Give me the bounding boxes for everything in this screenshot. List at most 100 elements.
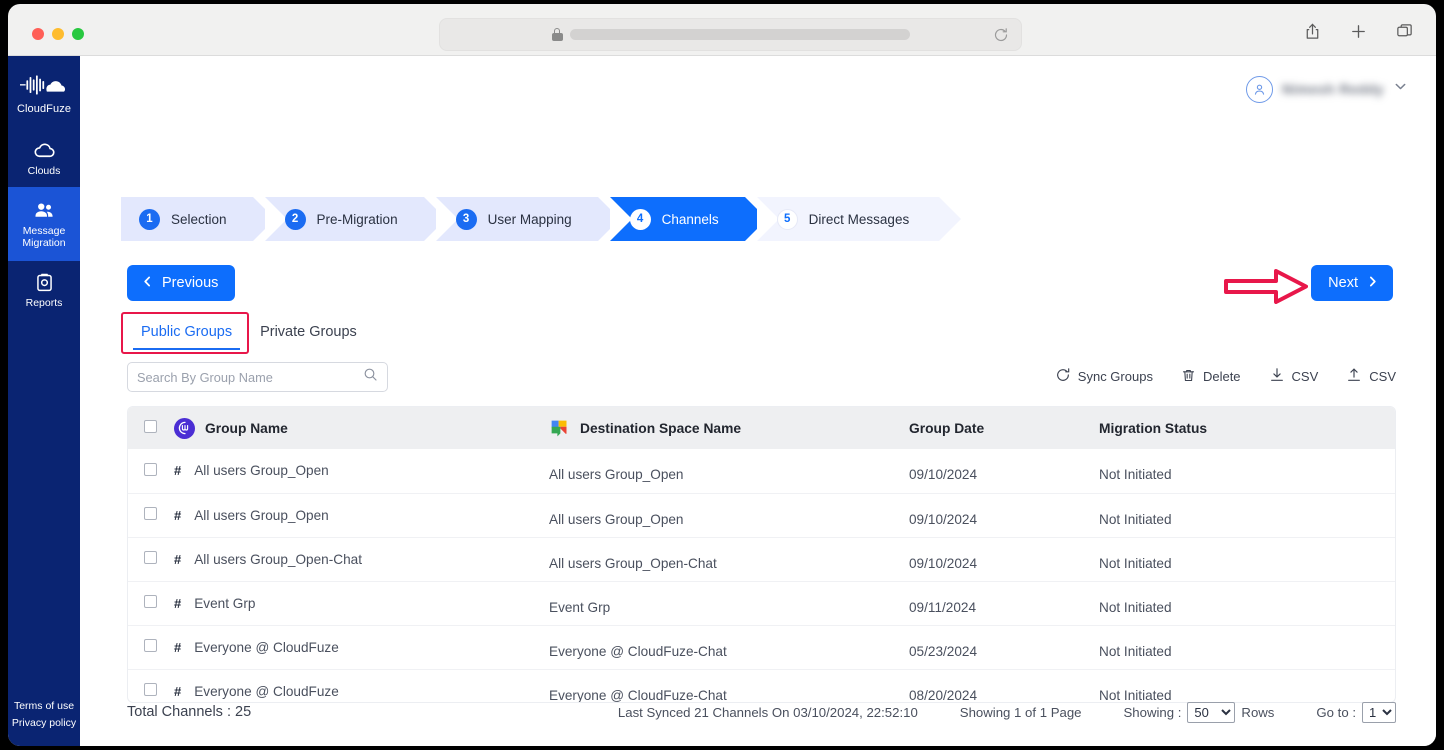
upload-csv-button[interactable]: CSV [1346, 367, 1396, 386]
row-checkbox[interactable] [144, 683, 157, 696]
tab-private-groups[interactable]: Private Groups [246, 318, 371, 350]
chevron-down-icon[interactable] [1393, 79, 1408, 99]
row-checkbox[interactable] [144, 507, 157, 520]
cell-group-name: Everyone @ CloudFuze [194, 639, 339, 655]
step-number: 4 [629, 208, 651, 230]
channels-table-element: Group Name Destination Space Name Group … [128, 407, 1395, 702]
cell-destination-space-name: Everyone @ CloudFuze-Chat [549, 643, 727, 659]
cell-group-date: 05/23/2024 [909, 643, 978, 659]
next-button[interactable]: Next [1311, 265, 1393, 301]
tab-label: Private Groups [260, 324, 357, 340]
account-name: Nimesh Reddy [1281, 81, 1384, 97]
step-label: Selection [171, 211, 227, 227]
table-header-row: Group Name Destination Space Name Group … [128, 407, 1395, 449]
cell-destination-space-name: All users Group_Open [549, 467, 684, 483]
address-bar[interactable] [439, 18, 1022, 51]
cell-group-date: 09/11/2024 [909, 599, 977, 615]
cell-destination-space-name: All users Group_Open-Chat [549, 555, 717, 571]
cloudfuze-logo-icon [8, 72, 80, 98]
annotation-arrow-to-next [1224, 269, 1308, 304]
step-direct-messages[interactable]: 5 Direct Messages [756, 197, 961, 241]
channels-table: Group Name Destination Space Name Group … [127, 406, 1396, 703]
hash-icon: # [174, 595, 182, 611]
address-bar-redacted-url [569, 29, 910, 40]
table-footer: Total Channels : 25 Last Synced 21 Chann… [127, 698, 1396, 726]
clipboard-icon [34, 271, 55, 293]
zoom-window-button[interactable] [72, 28, 84, 40]
browser-actions [1303, 22, 1414, 41]
row-checkbox[interactable] [144, 551, 157, 564]
browser-toolbar [8, 4, 1436, 56]
table-row[interactable]: # All users Group_Open All users Group_Ope… [128, 493, 1395, 538]
search-group-name-field[interactable] [127, 362, 388, 392]
goto-page-control: Go to : 1 [1316, 701, 1396, 723]
reload-icon[interactable] [993, 27, 1009, 43]
minimize-window-button[interactable] [52, 28, 64, 40]
tab-public-groups[interactable]: Public Groups [127, 318, 246, 350]
group-type-tabs: Public Groups Private Groups [127, 318, 371, 350]
close-window-button[interactable] [32, 28, 44, 40]
select-all-checkbox[interactable] [144, 420, 157, 433]
step-number: 1 [139, 208, 160, 230]
account-menu[interactable]: Nimesh Reddy [1245, 75, 1408, 103]
share-icon[interactable] [1303, 22, 1322, 41]
total-channels-label: Total Channels : 25 [127, 704, 252, 720]
tab-overview-icon[interactable] [1395, 22, 1414, 41]
sidebar-item-clouds[interactable]: Clouds [8, 129, 80, 187]
header-select-all [128, 407, 174, 449]
table-row[interactable]: # All users Group_Open-Chat All users Grou… [128, 537, 1395, 582]
window-traffic-lights [32, 28, 84, 40]
step-label: User Mapping [487, 211, 572, 227]
upload-csv-label: CSV [1369, 369, 1396, 384]
brand-label: CloudFuze [16, 103, 72, 115]
cell-group-date: 09/10/2024 [909, 555, 978, 571]
sidebar: CloudFuze Clouds Message Migration Repor… [8, 56, 80, 746]
app-header: Nimesh Reddy [80, 56, 1436, 122]
new-tab-icon[interactable] [1349, 22, 1368, 41]
hash-icon: # [174, 683, 182, 699]
row-checkbox[interactable] [144, 639, 157, 652]
cell-destination-space-name: All users Group_Open [549, 511, 684, 527]
step-user-mapping[interactable]: 3 User Mapping [435, 197, 620, 241]
cell-group-name: Everyone @ CloudFuze [194, 683, 339, 699]
lock-icon [551, 28, 563, 41]
download-csv-button[interactable]: CSV [1269, 367, 1319, 386]
step-pre-migration[interactable]: 2 Pre-Migration [264, 197, 446, 241]
cloud-icon [33, 139, 56, 161]
header-group-name-label: Group Name [205, 420, 288, 436]
table-row[interactable]: # Everyone @ CloudFuze Everyone @ CloudFuz… [128, 625, 1395, 670]
terms-of-use-link[interactable]: Terms of use [8, 698, 80, 715]
sidebar-item-reports[interactable]: Reports [8, 261, 80, 319]
row-checkbox[interactable] [144, 462, 157, 476]
rows-per-page-control: Showing : 102550100 Rows [1124, 701, 1274, 723]
step-channels[interactable]: 4 Channels [609, 197, 767, 241]
sidebar-item-message-migration[interactable]: Message Migration [8, 187, 80, 261]
rows-per-page-select[interactable]: 102550100 [1187, 701, 1236, 723]
step-selection[interactable]: 1 Selection [121, 197, 275, 241]
sidebar-footer: Terms of use Privacy policy [8, 698, 80, 732]
main-content: 1 Selection 2 Pre-Migration 3 User Mappi… [80, 122, 1436, 746]
browser-window: CloudFuze Clouds Message Migration Repor… [0, 0, 1444, 750]
step-label: Pre-Migration [316, 211, 398, 227]
table-row[interactable]: # All users Group_Open All users Group_Ope… [128, 449, 1395, 494]
search-input[interactable] [137, 369, 363, 385]
download-csv-label: CSV [1291, 369, 1319, 384]
previous-button[interactable]: Previous [127, 265, 236, 301]
tab-label: Public Groups [141, 324, 233, 340]
row-checkbox[interactable] [144, 595, 157, 608]
delete-button[interactable]: Delete [1181, 368, 1241, 386]
sidebar-item-label: Message Migration [22, 225, 66, 249]
goto-page-select[interactable]: 1 [1362, 701, 1396, 723]
user-avatar-icon [1245, 75, 1273, 103]
privacy-policy-link[interactable]: Privacy policy [8, 715, 80, 732]
table-row[interactable]: # Event Grp Event Grp 09/11/2024 Not Initiat… [128, 581, 1395, 626]
cell-group-date: 09/10/2024 [909, 467, 978, 483]
brand: CloudFuze [8, 56, 80, 115]
cell-group-name: All users Group_Open-Chat [194, 551, 362, 567]
header-group-date: Group Date [909, 407, 1099, 449]
hash-icon: # [174, 463, 182, 479]
cell-migration-status: Not Initiated [1099, 467, 1172, 483]
sidebar-item-label: Reports [25, 297, 63, 309]
search-icon[interactable] [363, 367, 378, 387]
sync-groups-button[interactable]: Sync Groups [1055, 367, 1153, 386]
